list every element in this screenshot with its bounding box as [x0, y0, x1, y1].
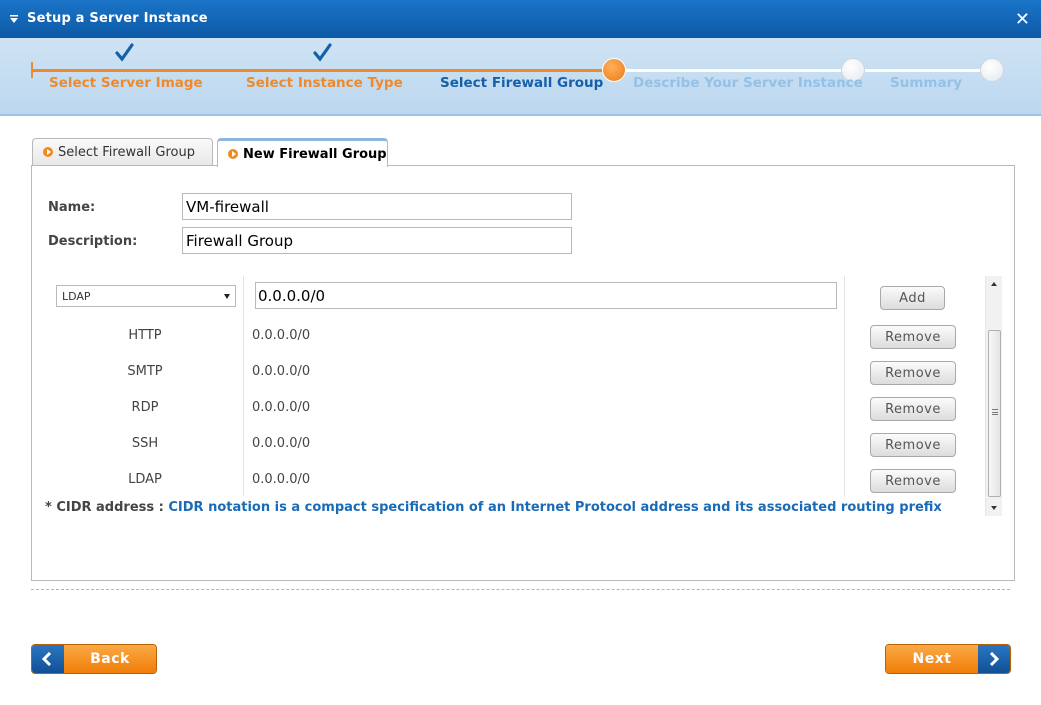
step-2-check-icon — [313, 43, 332, 62]
step-1-check-icon — [115, 43, 134, 62]
tab-new-firewall-group[interactable]: New Firewall Group — [217, 138, 388, 167]
wizard-progress: Select Server Image Select Instance Type… — [0, 38, 1041, 116]
window-title: Setup a Server Instance — [27, 11, 208, 26]
chevron-down-icon — [224, 294, 230, 299]
next-button-label: Next — [886, 645, 978, 673]
tab-label: New Firewall Group — [243, 147, 387, 162]
cidr-note-text: CIDR notation is a compact specification… — [168, 500, 942, 515]
tab-arrow-icon — [43, 147, 53, 157]
back-button[interactable]: Back — [31, 644, 157, 674]
rule-cidr-ssh: 0.0.0.0/0 — [252, 436, 311, 451]
close-icon[interactable]: ✕ — [1015, 9, 1030, 30]
scrollbar-thumb[interactable] — [988, 330, 1001, 497]
column-divider — [243, 276, 244, 496]
remove-http-button[interactable]: Remove — [870, 325, 956, 349]
remove-rdp-button[interactable]: Remove — [870, 397, 956, 421]
step-label-describe-server-instance: Describe Your Server Instance — [633, 75, 863, 91]
progress-track-complete — [32, 69, 614, 72]
divider — [31, 589, 1010, 590]
description-label: Description: — [48, 234, 138, 249]
cidr-input[interactable] — [255, 282, 837, 309]
step-label-summary: Summary — [890, 75, 963, 91]
rule-protocol-http: HTTP — [128, 328, 162, 343]
remove-ldap-button[interactable]: Remove — [870, 469, 956, 493]
rules-scrollbar[interactable] — [985, 276, 1002, 516]
grip-icon — [992, 409, 998, 415]
step-label-select-server-image: Select Server Image — [49, 75, 203, 91]
rule-protocol-rdp: RDP — [131, 400, 159, 415]
step-3-current-marker — [602, 58, 626, 82]
window-title-bar: Setup a Server Instance ✕ — [0, 0, 1041, 38]
back-button-arrow-area — [32, 645, 64, 673]
rule-protocol-ssh: SSH — [131, 436, 159, 451]
window-menu-icon[interactable] — [10, 15, 18, 23]
remove-smtp-button[interactable]: Remove — [870, 361, 956, 385]
chevron-left-icon — [41, 652, 52, 666]
firewall-rules-grid: LDAP Add HTTP 0.0.0.0/0 Remove SMTP 0.0.… — [45, 276, 1000, 496]
name-input[interactable] — [182, 193, 572, 220]
step-5-marker — [980, 58, 1004, 82]
progress-track-remaining — [614, 69, 992, 72]
scroll-up-icon[interactable] — [991, 282, 997, 286]
back-button-label: Back — [64, 645, 156, 673]
protocol-select-value: LDAP — [62, 290, 91, 303]
tab-label: Select Firewall Group — [58, 145, 195, 160]
next-button[interactable]: Next — [885, 644, 1011, 674]
rule-cidr-http: 0.0.0.0/0 — [252, 328, 311, 343]
cidr-note-key: * CIDR address : — [45, 500, 169, 515]
chevron-right-icon — [989, 652, 1000, 666]
protocol-select[interactable]: LDAP — [56, 285, 236, 307]
name-label: Name: — [48, 200, 96, 215]
rule-protocol-smtp: SMTP — [127, 364, 163, 379]
remove-ssh-button[interactable]: Remove — [870, 433, 956, 457]
rule-cidr-smtp: 0.0.0.0/0 — [252, 364, 311, 379]
rule-cidr-ldap: 0.0.0.0/0 — [252, 472, 311, 487]
cidr-help-note: * CIDR address : CIDR notation is a comp… — [45, 500, 942, 515]
next-button-arrow-area — [978, 645, 1010, 673]
rule-cidr-rdp: 0.0.0.0/0 — [252, 400, 311, 415]
rule-protocol-ldap: LDAP — [128, 472, 162, 487]
step-label-select-firewall-group: Select Firewall Group — [440, 75, 604, 91]
scroll-down-icon[interactable] — [991, 506, 997, 510]
tab-arrow-icon — [228, 149, 238, 159]
description-input[interactable] — [182, 227, 572, 254]
step-label-select-instance-type: Select Instance Type — [246, 75, 403, 91]
tab-select-firewall-group[interactable]: Select Firewall Group — [32, 138, 213, 166]
add-rule-button[interactable]: Add — [880, 286, 945, 310]
column-divider — [844, 276, 845, 496]
